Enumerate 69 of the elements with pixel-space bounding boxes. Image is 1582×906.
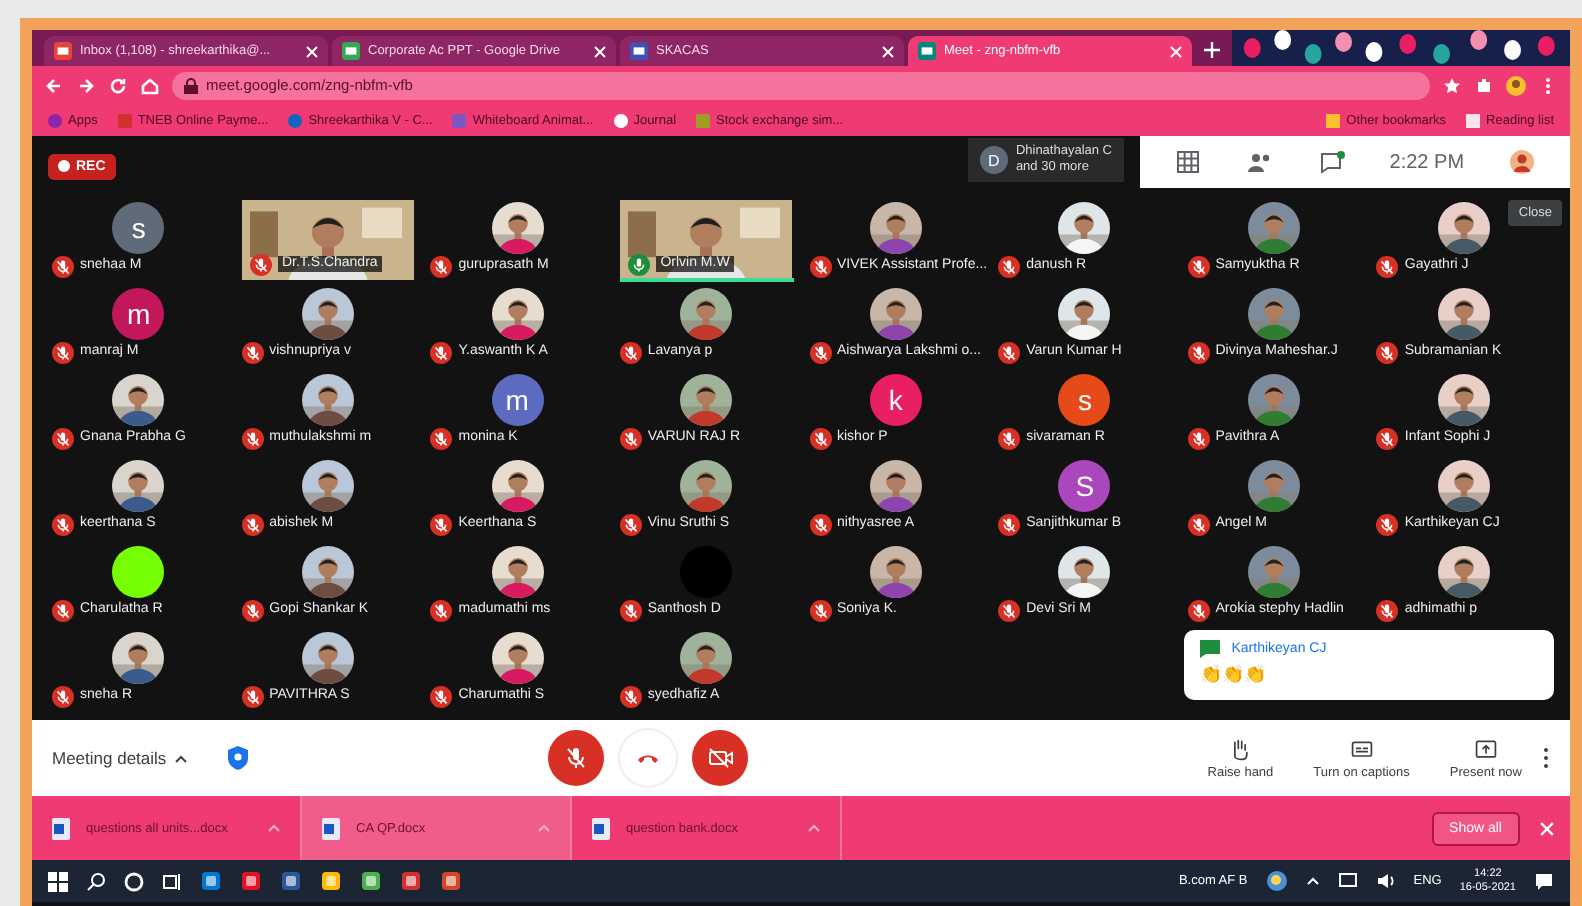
close-icon[interactable] [594,45,606,57]
reading-list-icon [1466,113,1481,127]
avatar: k [869,373,922,425]
meeting-details-button[interactable]: Meeting details [52,748,189,768]
document-icon [52,817,70,839]
weather-icon[interactable] [1265,870,1288,892]
tab-favicon-icon [918,42,936,60]
close-icon[interactable] [1170,45,1182,57]
forward-icon[interactable] [76,75,96,95]
close-icon[interactable] [1540,821,1554,835]
grid-icon[interactable] [1173,150,1202,174]
start-icon[interactable] [48,871,68,891]
mic-off-icon [564,746,589,770]
new-tab-icon[interactable] [1204,42,1220,58]
caret-icon [538,824,550,832]
volume-icon[interactable] [1375,872,1396,890]
notifications-icon[interactable] [1534,871,1554,891]
bookmark-icon [696,113,711,127]
tab-favicon-icon [342,42,360,60]
avatar: m [112,287,165,339]
home-icon[interactable] [140,75,160,95]
folder-icon [1326,113,1341,127]
close-icon[interactable] [306,45,318,57]
star-icon[interactable] [1442,75,1462,95]
close-icon[interactable] [882,45,894,57]
caret-icon [268,824,280,832]
avatar: s [1058,373,1111,425]
task-view-icon[interactable] [162,871,182,891]
app-icon[interactable] [240,870,262,892]
people-icon[interactable] [1245,150,1274,174]
document-icon [592,817,610,839]
avatar: s [112,201,165,253]
chat-message: 👏👏👏 [1199,664,1268,684]
captions-icon [1349,737,1374,761]
bookmark-icon [48,113,62,127]
caret-icon [808,824,820,832]
phone-icon [636,750,661,766]
document-icon [322,817,340,839]
chat-icon [1199,640,1220,658]
search-icon[interactable] [86,871,106,891]
extension-icon[interactable] [1474,75,1494,95]
microphone-button[interactable] [548,730,605,786]
folder-icon[interactable] [320,870,342,892]
network-icon[interactable] [1337,872,1358,890]
caret-icon [174,753,189,763]
back-icon[interactable] [44,75,64,95]
reload-icon[interactable] [108,75,128,95]
avatar: S [1058,459,1111,511]
camera-button[interactable] [692,730,749,786]
tab-favicon-icon [54,42,72,60]
shield-icon [228,746,249,770]
chat-icon[interactable] [1317,150,1346,174]
bookmark-icon [288,113,303,127]
avatar: m [491,373,544,425]
clock-time: 2:22 PM [1389,151,1465,173]
present-icon [1473,737,1498,761]
tab-favicon-icon [630,42,648,60]
user-avatar-icon[interactable] [1507,150,1536,174]
bookmark-icon [613,113,628,127]
lock-icon [184,77,198,93]
more-options-icon[interactable] [1542,746,1550,770]
profile-icon[interactable] [1506,75,1526,95]
bookmark-icon [452,113,467,127]
bookmark-icon [117,113,132,127]
cortana-icon[interactable] [124,871,144,891]
presenter-avatar: D [979,146,1008,174]
hand-icon [1228,737,1253,761]
caret-icon[interactable] [1305,876,1320,886]
camera-off-icon [707,748,734,768]
